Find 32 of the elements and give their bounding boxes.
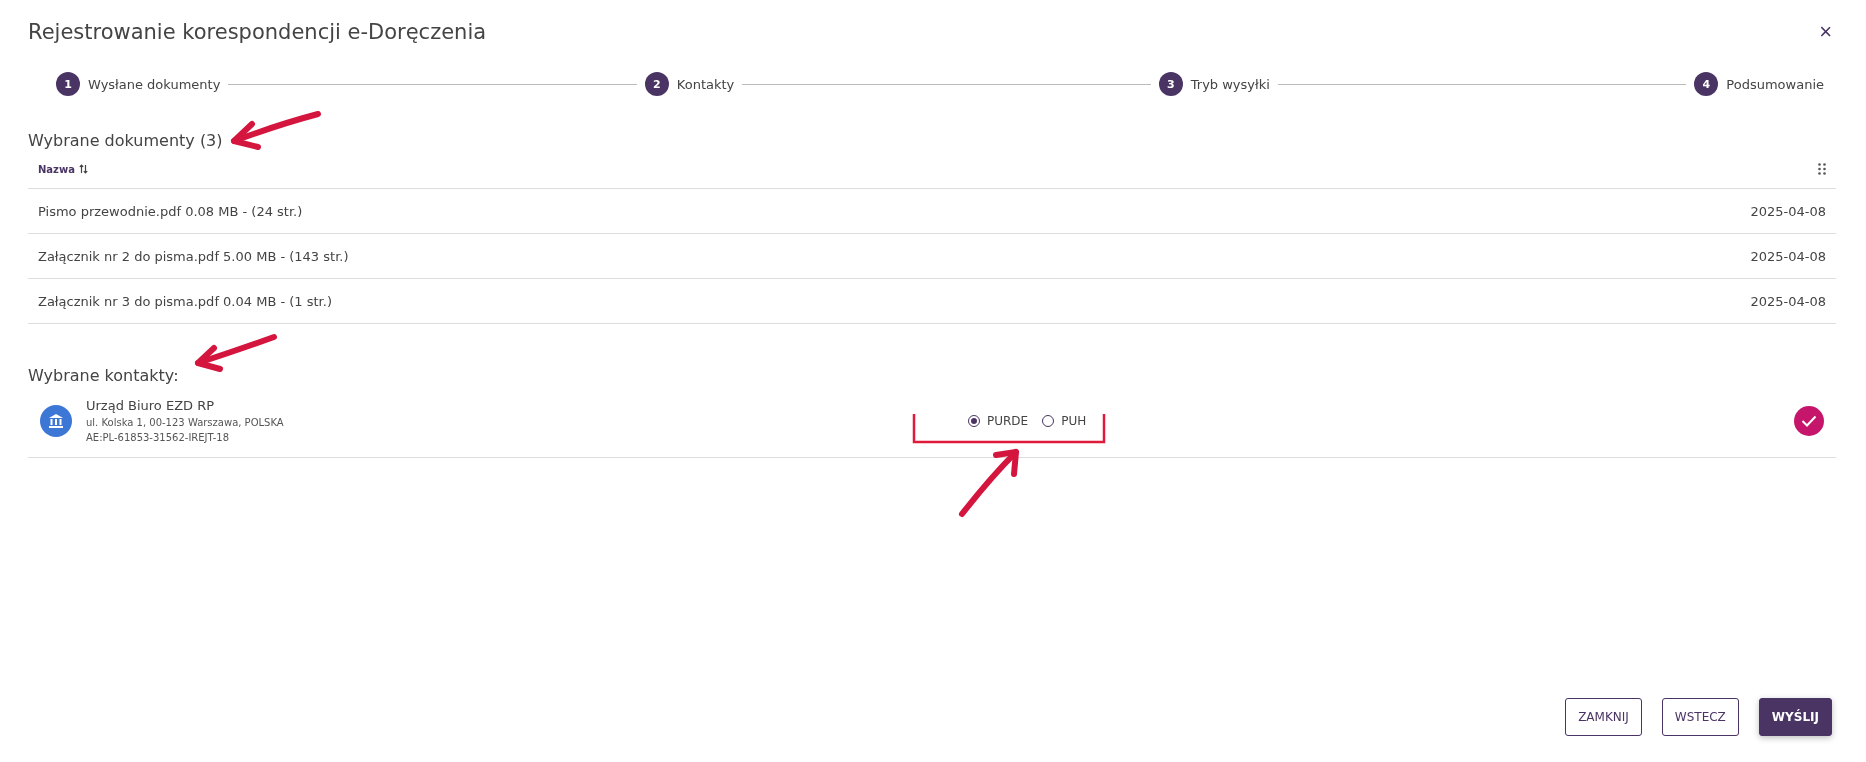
step-number: 2 (644, 72, 669, 96)
step-number: 1 (56, 72, 80, 96)
dialog-button[interactable]: WYŚLIJ (1758, 698, 1832, 736)
dialog-title: Rejestrowanie korespondencji e-Doręczenia (28, 20, 487, 44)
document-name: Załącznik nr 2 do pisma.pdf 5.00 MB - (143 str.) (38, 248, 349, 264)
document-date: 2025-04-08 (1750, 248, 1826, 264)
contact-name: Urząd Biuro EZD RP (86, 397, 216, 413)
institution-icon (40, 405, 72, 437)
mode-radio[interactable]: PUH (1042, 414, 1087, 428)
column-header[interactable]: Nazwa (38, 163, 75, 175)
sort-icon[interactable] (78, 164, 88, 174)
document-name: Pismo przewodnie.pdf 0.08 MB - (24 str.) (38, 203, 303, 219)
document-date: 2025-04-08 (1750, 203, 1826, 219)
document-date: 2025-04-08 (1750, 293, 1826, 309)
step-label: Wysłane dokumenty (88, 76, 221, 92)
dialog-button[interactable]: WSTECZ (1661, 698, 1739, 736)
section-heading: Wybrane dokumenty (3) (28, 131, 224, 150)
selected-check-icon[interactable] (1794, 406, 1824, 436)
step-label: Tryb wysyłki (1190, 76, 1270, 92)
annotation-arrow-drawing (959, 449, 1019, 517)
contact-box-address: AE:PL-61853-31562-IREJT-18 (86, 430, 231, 445)
step-number: 3 (1158, 72, 1183, 96)
step-label: Podsumowanie (1726, 76, 1824, 92)
section-heading: Wybrane kontakty: (28, 366, 180, 385)
document-name: Załącznik nr 3 do pisma.pdf 0.04 MB - (1 str.) (38, 293, 332, 309)
step-label: Kontakty (676, 76, 735, 92)
contact-address: ul. Kolska 1, 00-123 Warszawa, POLSKA (86, 415, 285, 430)
drag-handle-icon[interactable] (1818, 163, 1826, 175)
mode-radio[interactable]: PURDE (968, 414, 1029, 428)
step-number: 4 (1694, 72, 1719, 96)
close-button[interactable]: × (1815, 19, 1836, 45)
dialog-button[interactable]: ZAMKNIJ (1565, 698, 1642, 736)
